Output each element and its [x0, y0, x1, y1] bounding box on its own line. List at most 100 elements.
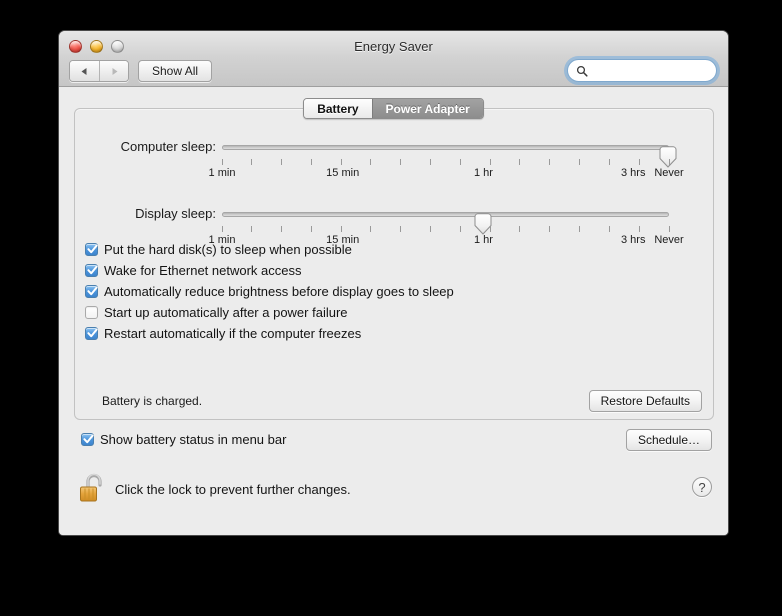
tab-battery[interactable]: Battery [304, 99, 372, 118]
slider-tick [370, 226, 372, 232]
computer-sleep-ticks [221, 159, 670, 166]
slider-tick [519, 159, 521, 165]
checkmark-icon [87, 286, 98, 296]
slider-tick [340, 226, 342, 232]
slider-tick [251, 226, 253, 232]
tab-strip: Battery Power Adapter [303, 98, 484, 119]
slider-tick-label: Never [654, 167, 684, 179]
checkbox-row[interactable]: Automatically reduce brightness before d… [85, 282, 454, 301]
computer-sleep-track[interactable] [222, 145, 677, 168]
schedule-button[interactable]: Schedule… [625, 429, 712, 451]
computer-sleep-tick-labels: 1 min 15 min 1 hr 3 hrs Never [209, 167, 684, 181]
checkmark-icon [87, 265, 98, 275]
tab-power-adapter[interactable]: Power Adapter [371, 99, 483, 118]
display-sleep-label: Display sleep: [135, 206, 216, 221]
slider-tick [459, 159, 461, 165]
option-label: Put the hard disk(s) to sleep when possi… [104, 242, 352, 257]
screenshot-root: Energy Saver Show All Battery Power Adap… [0, 0, 782, 616]
slider-tick [430, 226, 432, 232]
energy-options-checklist: Put the hard disk(s) to sleep when possi… [85, 240, 454, 345]
slider-tick [370, 159, 372, 165]
checkbox-row[interactable]: Put the hard disk(s) to sleep when possi… [85, 240, 454, 259]
lock-hint-text: Click the lock to prevent further change… [115, 481, 351, 497]
slider-tick [638, 226, 640, 232]
window-titlebar: Energy Saver Show All [59, 31, 728, 87]
show-all-label: Show All [152, 64, 199, 78]
slider-tick [340, 159, 342, 165]
schedule-label: Schedule… [637, 433, 700, 447]
slider-tick [549, 226, 551, 232]
checkbox-row[interactable]: Restart automatically if the computer fr… [85, 324, 454, 343]
slider-tick [400, 159, 402, 165]
show-battery-status-label: Show battery status in menu bar [100, 432, 287, 447]
search-input[interactable] [592, 63, 708, 78]
slider-tick [489, 159, 491, 165]
slider-tick [400, 226, 402, 232]
option-label: Automatically reduce brightness before d… [104, 284, 454, 299]
slider-tick-label: 15 min [326, 167, 360, 179]
slider-tick [489, 226, 491, 232]
search-icon [576, 65, 588, 77]
slider-tick [608, 159, 610, 165]
back-button[interactable] [70, 61, 99, 81]
tab-power-adapter-label: Power Adapter [385, 101, 470, 116]
option-checkbox[interactable] [85, 285, 98, 298]
slider-tick-label: 1 hr [474, 167, 493, 179]
slider-tick-label: 3 hrs [621, 234, 646, 246]
slider-tick [310, 159, 312, 165]
search-field[interactable] [567, 59, 717, 82]
slider-tick-label: 1 min [208, 167, 236, 179]
window-title: Energy Saver [354, 39, 433, 54]
chevron-left-icon [81, 67, 87, 75]
slider-tick [579, 226, 581, 232]
option-label: Wake for Ethernet network access [104, 263, 302, 278]
checkbox-row[interactable]: Wake for Ethernet network access [85, 261, 454, 280]
slider-tick [668, 159, 670, 165]
slider-tick [430, 159, 432, 165]
slider-tick [519, 226, 521, 232]
show-battery-status-row[interactable]: Show battery status in menu bar [81, 432, 286, 447]
checkmark-icon [87, 328, 98, 338]
slider-tick [310, 226, 312, 232]
option-label: Restart automatically if the computer fr… [104, 326, 362, 341]
help-label: ? [698, 479, 706, 495]
slider-tick [251, 159, 253, 165]
checkmark-icon [83, 434, 94, 444]
display-sleep-ticks [221, 226, 670, 233]
checkmark-icon [87, 244, 98, 254]
slider-tick [281, 159, 283, 165]
show-all-button[interactable]: Show All [138, 60, 213, 82]
navigation-button-group [69, 60, 129, 82]
slider-tick [608, 226, 610, 232]
checkbox-row[interactable]: Start up automatically after a power fai… [85, 303, 454, 322]
tab-bar: Battery Power Adapter [59, 98, 728, 119]
chevron-right-icon [112, 67, 117, 75]
slider-tick [549, 159, 551, 165]
unlocked-padlock-icon[interactable] [79, 472, 109, 506]
help-button[interactable]: ? [692, 477, 712, 497]
restore-defaults-label: Restore Defaults [600, 394, 690, 408]
slider-tick [221, 159, 223, 165]
slider-tick [459, 226, 461, 232]
slider-tick-label: Never [654, 234, 684, 246]
tab-battery-label: Battery [317, 101, 359, 116]
option-checkbox[interactable] [85, 264, 98, 277]
slider-tick [281, 226, 283, 232]
option-label: Start up automatically after a power fai… [104, 305, 348, 320]
option-checkbox[interactable] [85, 306, 98, 319]
option-checkbox[interactable] [85, 327, 98, 340]
forward-button[interactable] [99, 61, 128, 81]
slider-tick [638, 159, 640, 165]
option-checkbox[interactable] [85, 243, 98, 256]
display-sleep-track[interactable] [222, 212, 669, 235]
slider-tick-label: 1 hr [474, 234, 493, 246]
restore-defaults-button[interactable]: Restore Defaults [588, 390, 702, 412]
energy-saver-window: Energy Saver Show All Battery Power Adap… [58, 30, 729, 536]
preference-pane-body: Battery Power Adapter Computer sleep: 1 … [59, 87, 728, 535]
show-battery-status-checkbox[interactable] [81, 433, 94, 446]
slider-tick [668, 226, 670, 232]
slider-tick [221, 226, 223, 232]
slider-tick-label: 3 hrs [621, 167, 646, 179]
computer-sleep-label: Computer sleep: [120, 139, 216, 154]
lock-row[interactable]: Click the lock to prevent further change… [79, 472, 351, 506]
